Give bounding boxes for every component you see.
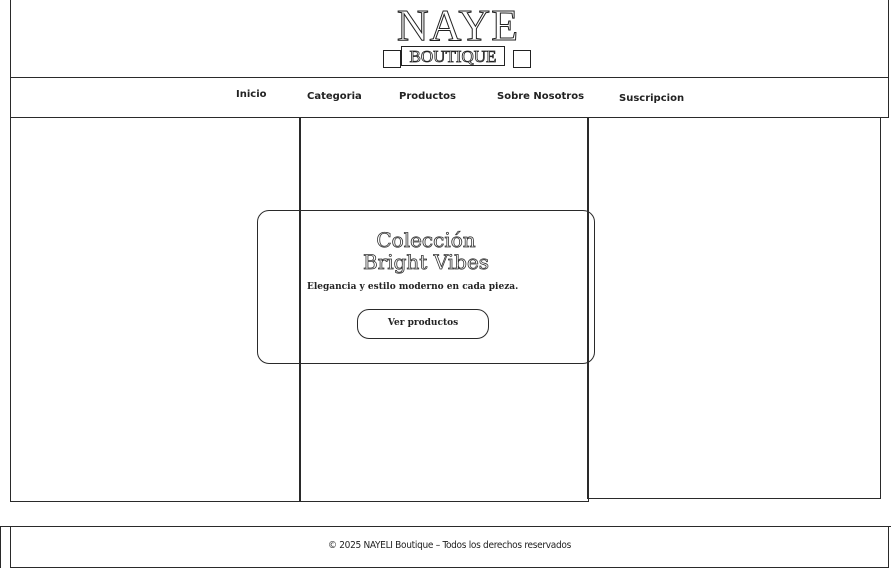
view-products-button[interactable]: Ver productos xyxy=(357,309,489,339)
main-nav: Inicio Categoria Productos Sobre Nosotro… xyxy=(10,77,889,118)
hero-title-line-1: Colección xyxy=(376,228,476,252)
nav-link-categoria[interactable]: Categoria xyxy=(307,91,362,102)
site-footer: © 2025 NAYELI Boutique – Todos los derec… xyxy=(10,526,889,568)
logo-main-text: NAYE xyxy=(396,1,520,50)
nav-link-suscripcion[interactable]: Suscripcion xyxy=(619,93,684,104)
nav-link-productos[interactable]: Productos xyxy=(399,91,456,102)
image-panel-right xyxy=(587,117,881,499)
logo-left-square xyxy=(383,50,401,68)
brand-logo[interactable]: NAYE BOUTIQUE xyxy=(381,1,535,70)
hero-title: Colección Bright Vibes xyxy=(258,228,594,274)
hero-subtitle: Elegancia y estilo moderno en cada pieza… xyxy=(307,282,519,292)
nav-link-sobre-nosotros[interactable]: Sobre Nosotros xyxy=(497,91,584,102)
logo-right-square xyxy=(513,50,531,68)
nav-link-inicio[interactable]: Inicio xyxy=(236,89,267,100)
site-header: NAYE BOUTIQUE xyxy=(10,0,889,78)
logo-sub-text: BOUTIQUE xyxy=(401,46,505,66)
hero-card: Colección Bright Vibes Elegancia y estil… xyxy=(257,210,595,364)
footer-edge-line xyxy=(0,526,1,568)
hero-title-line-2: Bright Vibes xyxy=(362,250,490,274)
footer-copyright: © 2025 NAYELI Boutique – Todos los derec… xyxy=(327,540,571,551)
